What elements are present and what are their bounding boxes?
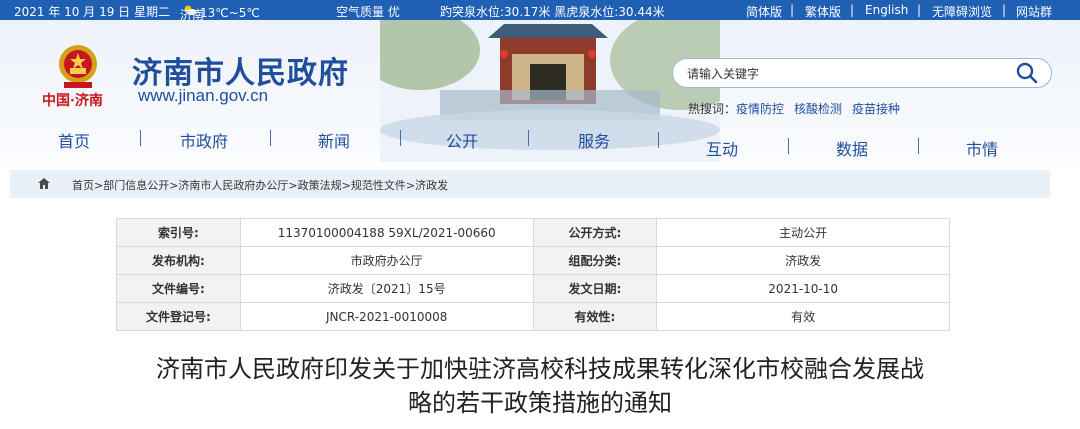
site-url: www.jinan.gov.cn <box>138 86 269 105</box>
nav-news[interactable]: 新闻 <box>318 128 350 152</box>
header-scene-image <box>380 20 720 162</box>
document-title-line: 略的若干政策措施的通知 <box>408 389 672 417</box>
meta-value: 市政府办公厅 <box>239 246 534 275</box>
meta-value: 主动公开 <box>656 218 950 247</box>
table-row: 索引号: 11370100004188 59XL/2021-00660 公开方式… <box>116 218 950 247</box>
weather: 济南 13℃~5℃ <box>180 3 260 22</box>
hot-search: 热搜词：疫情防控 核酸检测 疫苗接种 <box>688 100 910 117</box>
meta-value: 济政发〔2021〕15号 <box>239 274 534 303</box>
meta-key: 有效性: <box>532 302 658 331</box>
breadcrumb-path[interactable]: 首页>部门信息公开>济南市人民政府办公厅>政策法规>规范性文件>济政发 <box>72 177 448 193</box>
national-emblem-icon <box>59 45 97 88</box>
meta-key: 公开方式: <box>532 218 658 247</box>
site-header: 中国·济南 济南市人民政府 www.jinan.gov.cn 热搜词：疫情防控核… <box>0 20 1080 162</box>
nav-divider <box>528 130 529 146</box>
nav-interaction[interactable]: 互动 <box>706 136 738 160</box>
nav-divider <box>270 130 271 146</box>
nav-data[interactable]: 数据 <box>836 136 868 160</box>
top-bar: 2021 年 10 月 19 日 星期二 济南 13℃~5℃ 空气质量 优 趵突泉… <box>0 0 1080 22</box>
china-jinan-logo: 中国·济南 <box>42 93 103 109</box>
meta-value: 有效 <box>656 302 950 331</box>
nav-divider <box>400 130 401 146</box>
nav-divider <box>918 138 919 154</box>
link-simplified[interactable]: 简体版 <box>746 3 782 20</box>
meta-key: 文件编号: <box>116 274 241 303</box>
water-level-text: 趵突泉水位:30.17米 黑虎泉水位:30.44米 <box>440 5 665 19</box>
temperature-text: 13℃~5℃ <box>200 6 260 20</box>
hot-word[interactable]: 核酸检测 <box>794 102 842 116</box>
search-box <box>672 58 1052 88</box>
link-english[interactable]: English <box>865 3 908 17</box>
meta-value: 11370100004188 59XL/2021-00660 <box>239 218 534 247</box>
nav-city-info[interactable]: 市情 <box>966 136 998 160</box>
document-meta-table: 索引号: 11370100004188 59XL/2021-00660 公开方式… <box>116 218 950 331</box>
hot-word[interactable]: 疫苗接种 <box>852 102 900 116</box>
document-title-line: 济南市人民政府印发关于加快驻济高校科技成果转化深化市校融合发展战 <box>156 355 924 383</box>
breadcrumb: 首页>部门信息公开>济南市人民政府办公厅>政策法规>规范性文件>济政发 <box>10 170 1050 198</box>
search-input[interactable] <box>685 64 1009 84</box>
hot-search-label: 热搜词： <box>688 102 737 116</box>
meta-value: 济政发 <box>656 246 950 275</box>
nav-public[interactable]: 公开 <box>446 128 478 152</box>
table-row: 文件登记号: JNCR-2021-0010008 有效性: 有效 <box>116 302 950 331</box>
link-site-group[interactable]: 网站群 <box>1016 3 1052 20</box>
meta-value: JNCR-2021-0010008 <box>239 302 534 331</box>
meta-key: 文件登记号: <box>116 302 241 331</box>
table-row: 文件编号: 济政发〔2021〕15号 发文日期: 2021-10-10 <box>116 274 950 303</box>
nav-home[interactable]: 首页 <box>58 128 90 152</box>
nav-service[interactable]: 服务 <box>578 128 610 152</box>
meta-key: 发布机构: <box>116 246 241 275</box>
meta-key: 组配分类: <box>532 246 658 275</box>
nav-divider <box>658 132 659 148</box>
home-icon[interactable] <box>38 178 50 189</box>
link-traditional[interactable]: 繁体版 <box>805 3 841 20</box>
meta-value: 2021-10-10 <box>656 274 950 303</box>
search-icon[interactable] <box>1015 62 1039 84</box>
nav-divider <box>788 138 789 154</box>
nav-divider <box>140 130 141 146</box>
air-quality-text: 空气质量 优 <box>336 5 400 19</box>
hot-word[interactable]: 疫情防控 <box>736 102 784 116</box>
table-row: 发布机构: 市政府办公厅 组配分类: 济政发 <box>116 246 950 275</box>
date-text: 2021 年 10 月 19 日 星期二 <box>14 5 170 19</box>
link-accessibility[interactable]: 无障碍浏览 <box>932 3 992 20</box>
nav-government[interactable]: 市政府 <box>180 128 228 152</box>
meta-key: 索引号: <box>116 218 241 247</box>
meta-key: 发文日期: <box>532 274 658 303</box>
document-title: 济南市人民政府印发关于加快驻济高校科技成果转化深化市校融合发展战 略的若干政策措… <box>110 352 970 420</box>
